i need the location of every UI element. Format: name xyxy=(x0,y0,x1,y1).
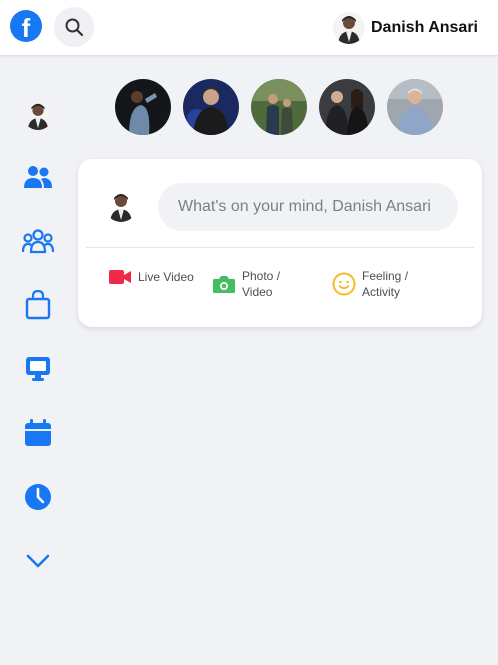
stories-row xyxy=(115,79,443,135)
story-avatar[interactable] xyxy=(319,79,375,135)
profile-button[interactable]: Danish Ansari xyxy=(333,10,478,46)
photo-video-button[interactable]: Photo / Video xyxy=(212,268,302,300)
story-avatar[interactable] xyxy=(115,79,171,135)
memories-clock-icon xyxy=(25,484,51,510)
feeling-activity-label: Feeling / Activity xyxy=(362,269,409,299)
marketplace-bag-icon xyxy=(25,290,51,320)
sidebar-item-groups[interactable] xyxy=(22,225,54,257)
search-button[interactable] xyxy=(54,7,94,47)
story-avatar[interactable] xyxy=(251,79,307,135)
sidebar-item-watch[interactable] xyxy=(22,353,54,385)
facebook-logo-icon[interactable]: f xyxy=(10,10,42,42)
live-video-button[interactable]: Live Video xyxy=(108,268,198,286)
sidebar-item-friends[interactable] xyxy=(22,161,54,193)
sidebar-item-events[interactable] xyxy=(22,417,54,449)
profile-avatar xyxy=(333,12,365,44)
logo-letter: f xyxy=(21,13,31,42)
sidebar-item-memories[interactable] xyxy=(22,481,54,513)
events-calendar-icon xyxy=(25,419,51,446)
smiley-icon xyxy=(332,272,356,296)
composer-avatar xyxy=(105,190,137,222)
sidebar-item-see-more[interactable] xyxy=(22,545,54,577)
sidebar-item-profile[interactable] xyxy=(22,99,54,131)
sidebar-item-marketplace[interactable] xyxy=(22,289,54,321)
camera-icon xyxy=(213,276,235,293)
sidebar xyxy=(0,55,76,665)
friends-icon xyxy=(24,166,52,188)
profile-avatar-icon xyxy=(23,100,53,130)
groups-icon xyxy=(22,229,54,254)
feeling-activity-button[interactable]: Feeling / Activity xyxy=(332,268,422,300)
status-input[interactable] xyxy=(158,183,458,231)
composer-divider xyxy=(86,247,474,248)
photo-video-label: Photo / Video xyxy=(242,269,281,299)
video-camera-icon xyxy=(109,270,131,284)
watch-monitor-icon xyxy=(26,357,50,381)
search-icon xyxy=(65,18,84,37)
story-avatar[interactable] xyxy=(387,79,443,135)
story-avatar[interactable] xyxy=(183,79,239,135)
top-bar: f Danish Ansari xyxy=(0,0,498,55)
live-video-label: Live Video xyxy=(138,270,194,284)
profile-name: Danish Ansari xyxy=(371,19,478,36)
see-more-chevron-icon xyxy=(26,554,50,568)
post-composer: Live Video Photo / Video Feeling / Activ… xyxy=(78,159,482,327)
